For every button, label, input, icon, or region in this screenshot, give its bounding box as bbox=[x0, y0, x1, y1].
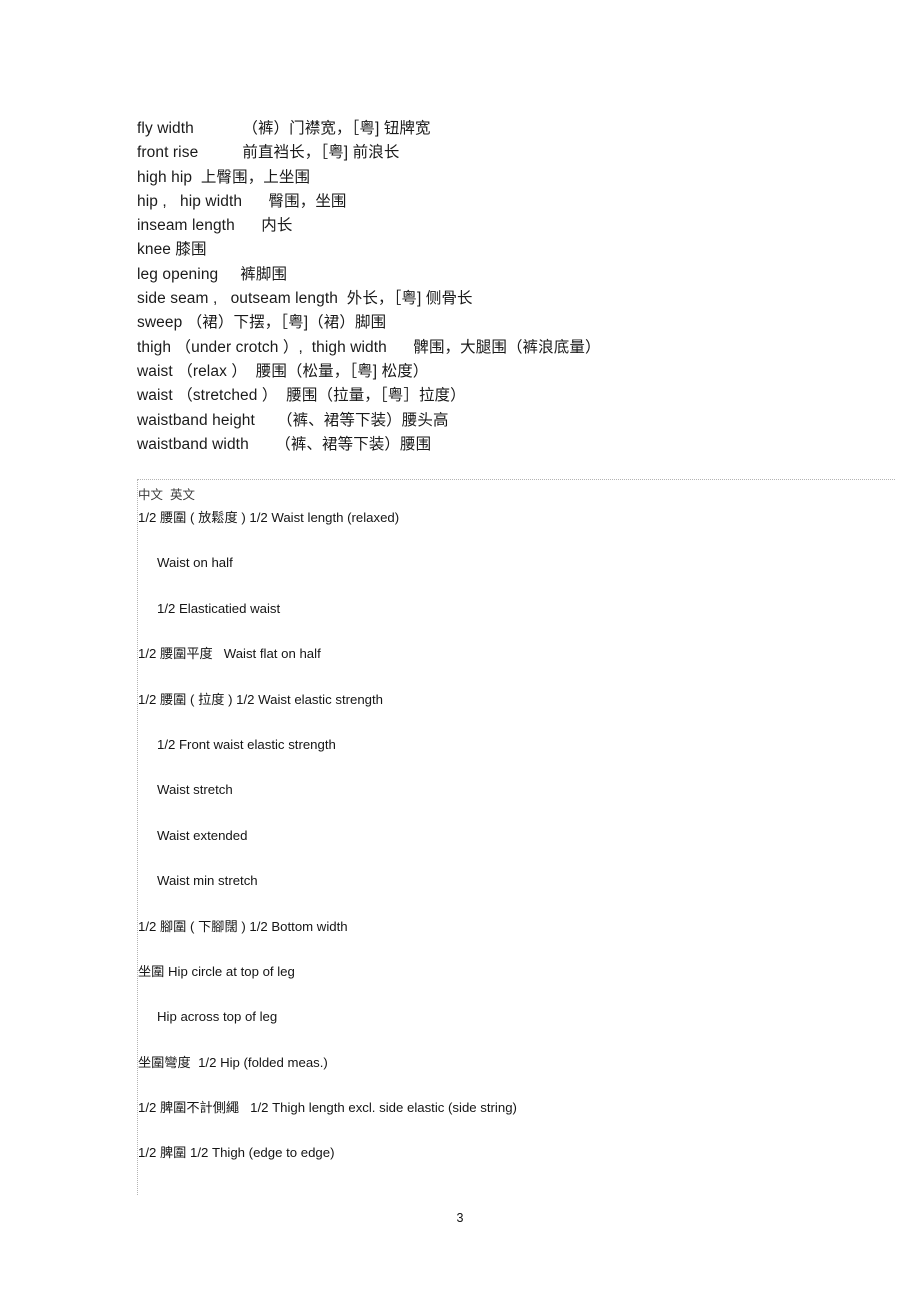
table-row-label: 1/2 脾圍不計側繩 1/2 Thigh length excl. side e… bbox=[138, 1100, 517, 1116]
table-row-label: 1/2 腰圍平度 Waist flat on half bbox=[138, 646, 321, 662]
table-row-label: 坐圍 Hip circle at top of leg bbox=[138, 963, 295, 979]
table-row-label: 1/2 腳圍 ( 下腳闊 ) 1/2 Bottom width bbox=[138, 918, 348, 934]
table-row: 坐圍彎度 1/2 Hip (folded meas.) bbox=[138, 1048, 896, 1093]
table-row: 1/2 Elasticatied waist bbox=[138, 594, 896, 639]
table-row: 坐圍 Hip circle at top of leg bbox=[138, 957, 896, 1002]
glossary-line: waist （stretched ） 腰围（拉量，［粤］拉度） bbox=[137, 387, 466, 405]
glossary-section: fly width （裤）门襟宽，［粤] 钮牌宽 front rise 前直裆长… bbox=[137, 117, 897, 457]
table-row-label: 1/2 Elasticatied waist bbox=[157, 600, 281, 616]
glossary-line: thigh （under crotch ）, thigh width 髀围，大腿… bbox=[137, 338, 601, 356]
glossary-line: side seam , outseam length 外长，［粤] 侧骨长 bbox=[137, 290, 473, 308]
glossary-line: waist （relax ） 腰围（松量，［粤] 松度） bbox=[137, 362, 429, 380]
glossary-line: sweep （裙）下摆，［粤]（裙）脚围 bbox=[137, 314, 387, 332]
table-row: 1/2 脾圍不計側繩 1/2 Thigh length excl. side e… bbox=[138, 1093, 896, 1138]
document-page: fly width （裤）门襟宽，［粤] 钮牌宽 front rise 前直裆长… bbox=[0, 0, 920, 1303]
table-row-label: 1/2 腰圍 ( 拉度 ) 1/2 Waist elastic strength bbox=[138, 691, 384, 707]
glossary-line: high hip 上臀围，上坐围 bbox=[137, 168, 311, 186]
table-row: 1/2 腰圍平度 Waist flat on half bbox=[138, 639, 896, 684]
table-row-label: 坐圍彎度 1/2 Hip (folded meas.) bbox=[138, 1054, 328, 1070]
table-row: Waist stretch bbox=[138, 775, 896, 820]
table-row: Waist extended bbox=[138, 821, 896, 866]
glossary-line: fly width （裤）门襟宽，［粤] 钮牌宽 bbox=[137, 120, 431, 137]
glossary-line: leg opening 裤脚围 bbox=[137, 265, 288, 283]
horizontal-divider bbox=[137, 479, 895, 480]
table-row: 1/2 Front waist elastic strength bbox=[138, 730, 896, 775]
table-row: 1/2 脾圍 1/2 Thigh (edge to edge) bbox=[138, 1138, 896, 1183]
table-row-label: Waist stretch bbox=[157, 782, 233, 798]
page-number: 3 bbox=[456, 1211, 464, 1225]
table-row: 1/2 腰圍 ( 拉度 ) 1/2 Waist elastic strength bbox=[138, 685, 896, 730]
table-row-label: Waist on half bbox=[157, 555, 233, 571]
table-row: 1/2 腰圍 ( 放鬆度 ) 1/2 Waist length (relaxed… bbox=[138, 503, 896, 548]
glossary-line: waistband width （裤、裙等下装）腰围 bbox=[137, 435, 432, 453]
glossary-line: inseam length 内长 bbox=[137, 217, 293, 235]
measurement-table: 中文 英文 1/2 腰圍 ( 放鬆度 ) 1/2 Waist length (r… bbox=[138, 485, 896, 1184]
table-row: Hip across top of leg bbox=[138, 1002, 896, 1047]
glossary-line: waistband height （裤、裙等下装）腰头高 bbox=[137, 411, 449, 429]
table-row: Waist on half bbox=[138, 548, 896, 593]
table-row-label: Waist extended bbox=[157, 827, 248, 843]
table-row-label: 1/2 腰圍 ( 放鬆度 ) 1/2 Waist length (relaxed… bbox=[138, 510, 400, 525]
table-header: 中文 英文 bbox=[138, 488, 195, 502]
table-row-label: 1/2 脾圍 1/2 Thigh (edge to edge) bbox=[138, 1145, 335, 1161]
table-row: 1/2 腳圍 ( 下腳闊 ) 1/2 Bottom width bbox=[138, 912, 896, 957]
glossary-line: hip , hip width 臀围，坐围 bbox=[137, 192, 347, 210]
table-row-label: Hip across top of leg bbox=[157, 1009, 278, 1025]
table-row-label: 1/2 Front waist elastic strength bbox=[157, 736, 336, 752]
glossary-line: knee 膝围 bbox=[137, 241, 207, 259]
table-row: Waist min stretch bbox=[138, 866, 896, 911]
table-row-label: Waist min stretch bbox=[157, 873, 258, 889]
glossary-line: front rise 前直裆长，［粤] 前浪长 bbox=[137, 144, 400, 162]
